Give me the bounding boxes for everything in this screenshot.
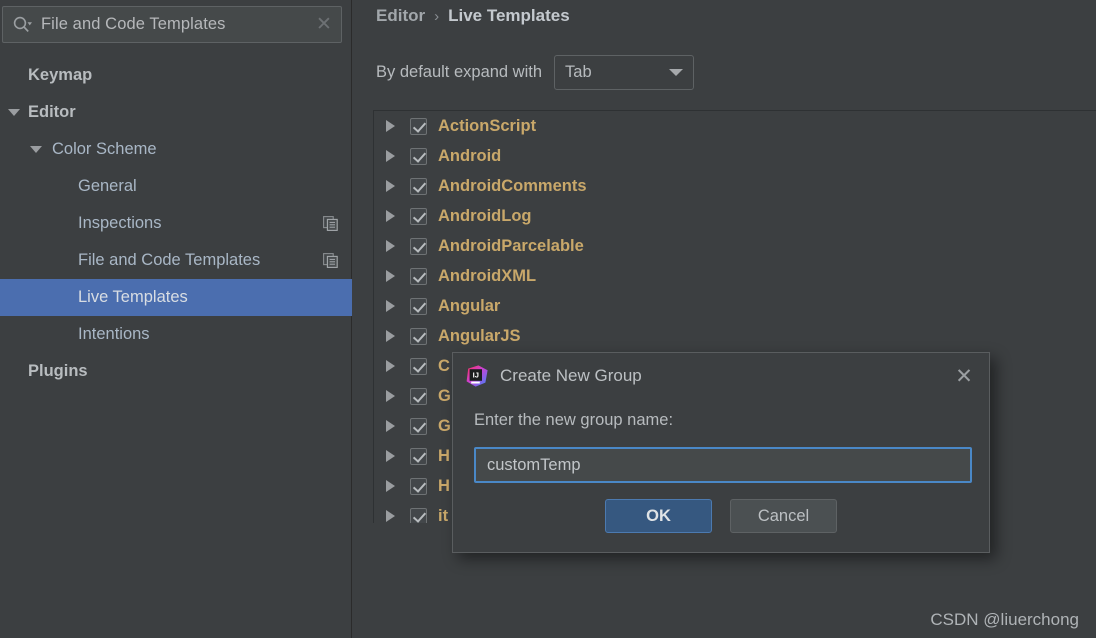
chevron-down-icon[interactable] — [8, 109, 20, 116]
chevron-right-icon[interactable] — [386, 420, 410, 432]
chevron-right-icon[interactable] — [386, 390, 410, 402]
template-group-checkbox[interactable] — [410, 147, 438, 165]
template-group-checkbox[interactable] — [410, 327, 438, 345]
template-group-row[interactable]: AndroidXML — [374, 261, 1096, 291]
template-group-name: Android — [438, 146, 502, 165]
copy-icon[interactable] — [323, 253, 338, 268]
create-new-group-dialog: IJ Create New Group ✕ Enter the new grou… — [452, 352, 990, 553]
chevron-right-icon[interactable] — [386, 180, 410, 192]
chevron-right-icon[interactable] — [386, 480, 410, 492]
search-field[interactable]: File and Code Templates ✕ — [2, 6, 342, 43]
template-group-checkbox[interactable] — [410, 447, 438, 465]
template-group-checkbox[interactable] — [410, 387, 438, 405]
expand-with-select[interactable]: Tab — [554, 55, 695, 90]
expand-with-label: By default expand with — [376, 63, 543, 81]
dialog-prompt: Enter the new group name: — [474, 411, 674, 429]
template-group-checkbox[interactable] — [410, 117, 438, 135]
template-group-row[interactable]: AndroidLog — [374, 201, 1096, 231]
intellij-idea-logo-icon: IJ — [465, 364, 489, 388]
template-group-name: ActionScript — [438, 116, 537, 135]
template-group-row[interactable]: AngularJS — [374, 321, 1096, 351]
sidebar-item-label: Plugins — [28, 362, 88, 380]
template-group-row[interactable]: AndroidComments — [374, 171, 1096, 201]
chevron-right-icon[interactable] — [386, 120, 410, 132]
template-group-name: AndroidParcelable — [438, 236, 584, 255]
template-group-checkbox[interactable] — [410, 297, 438, 315]
ok-button[interactable]: OK — [605, 499, 712, 533]
template-group-checkbox[interactable] — [410, 507, 438, 523]
template-group-row[interactable]: Angular — [374, 291, 1096, 321]
sidebar-item-label: Inspections — [78, 214, 162, 232]
template-group-name: it — [438, 506, 449, 524]
sidebar-item-general[interactable]: General — [0, 168, 352, 205]
sidebar-item-label: Live Templates — [78, 288, 188, 306]
chevron-right-icon[interactable] — [386, 360, 410, 372]
template-group-checkbox[interactable] — [410, 417, 438, 435]
close-icon[interactable]: ✕ — [953, 366, 975, 387]
template-group-checkbox[interactable] — [410, 267, 438, 285]
template-group-name: AngularJS — [438, 326, 521, 345]
settings-sidebar: File and Code Templates ✕ Keymap Editor Co… — [0, 0, 352, 638]
chevron-right-icon[interactable] — [386, 270, 410, 282]
sidebar-item-editor[interactable]: Editor — [0, 94, 352, 131]
template-group-name: H — [438, 446, 450, 465]
breadcrumb-parent[interactable]: Editor — [376, 6, 425, 26]
chevron-right-icon[interactable] — [386, 450, 410, 462]
chevron-right-icon[interactable] — [386, 240, 410, 252]
template-group-checkbox[interactable] — [410, 237, 438, 255]
expand-with-value: Tab — [565, 63, 592, 81]
sidebar-item-label: Intentions — [78, 325, 150, 343]
template-group-name: C — [438, 356, 450, 375]
template-group-name: AndroidXML — [438, 266, 537, 285]
sidebar-item-keymap[interactable]: Keymap — [0, 57, 352, 94]
template-group-name: G — [438, 386, 451, 405]
chevron-down-icon[interactable] — [30, 146, 42, 153]
sidebar-item-label: Color Scheme — [52, 140, 157, 158]
chevron-right-icon[interactable] — [386, 510, 410, 522]
template-group-name: H — [438, 476, 450, 495]
template-group-checkbox[interactable] — [410, 357, 438, 375]
template-group-checkbox[interactable] — [410, 477, 438, 495]
svg-text:IJ: IJ — [473, 370, 479, 379]
chevron-down-icon — [669, 69, 684, 76]
template-group-row[interactable]: AndroidParcelable — [374, 231, 1096, 261]
template-group-checkbox[interactable] — [410, 177, 438, 195]
search-icon[interactable] — [3, 7, 41, 42]
template-group-name: Angular — [438, 296, 501, 315]
template-group-row[interactable]: ActionScript — [374, 111, 1096, 141]
template-group-name: AndroidComments — [438, 176, 587, 195]
watermark: CSDN @liuerchong — [930, 610, 1079, 629]
sidebar-item-label: Keymap — [28, 66, 93, 84]
sidebar-item-label: General — [78, 177, 137, 195]
chevron-right-icon[interactable] — [386, 210, 410, 222]
sidebar-item-live-templates[interactable]: Live Templates — [0, 279, 352, 316]
sidebar-item-plugins[interactable]: Plugins — [0, 353, 352, 390]
breadcrumb: Editor › Live Templates — [376, 6, 570, 26]
chevron-right-icon[interactable] — [386, 330, 410, 342]
sidebar-item-inspections[interactable]: Inspections — [0, 205, 352, 242]
group-name-input[interactable]: customTemp — [474, 447, 972, 483]
sidebar-item-intentions[interactable]: Intentions — [0, 316, 352, 353]
search-input[interactable]: File and Code Templates — [41, 15, 307, 34]
breadcrumb-current: Live Templates — [448, 6, 570, 25]
dialog-buttons: OK Cancel — [453, 499, 989, 533]
settings-window: File and Code Templates ✕ Keymap Editor Co… — [0, 0, 1096, 638]
sidebar-item-color-scheme[interactable]: Color Scheme — [0, 131, 352, 168]
template-group-checkbox[interactable] — [410, 207, 438, 225]
chevron-right-icon[interactable] — [386, 150, 410, 162]
dialog-title: Create New Group — [500, 366, 642, 385]
sidebar-item-label: Editor — [28, 103, 76, 121]
dialog-titlebar: IJ Create New Group ✕ — [453, 353, 989, 399]
copy-icon[interactable] — [323, 216, 338, 231]
template-group-name: AndroidLog — [438, 206, 532, 225]
expand-with-row: By default expand with Tab — [376, 55, 695, 90]
chevron-right-icon[interactable] — [386, 300, 410, 312]
sidebar-item-label: File and Code Templates — [78, 251, 261, 269]
cancel-button[interactable]: Cancel — [730, 499, 837, 533]
sidebar-item-file-and-code-templates[interactable]: File and Code Templates — [0, 242, 352, 279]
close-icon[interactable]: ✕ — [307, 7, 341, 42]
template-group-row[interactable]: Android — [374, 141, 1096, 171]
template-group-name: G — [438, 416, 451, 435]
chevron-right-icon: › — [434, 7, 440, 25]
